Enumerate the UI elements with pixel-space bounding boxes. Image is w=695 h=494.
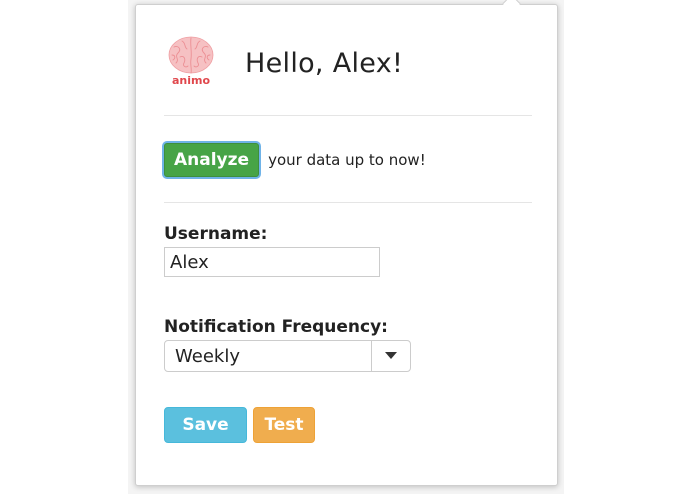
brain-icon bbox=[168, 36, 214, 74]
analyze-divider bbox=[164, 202, 532, 203]
test-button[interactable]: Test bbox=[253, 407, 315, 443]
extension-popup: animo Hello, Alex! Analyze your data up … bbox=[135, 4, 558, 486]
greeting-title: Hello, Alex! bbox=[245, 47, 404, 79]
popup-header: animo Hello, Alex! bbox=[164, 33, 403, 93]
animo-logo: animo bbox=[164, 33, 218, 93]
notification-frequency-value: Weekly bbox=[175, 345, 240, 367]
username-label: Username: bbox=[164, 224, 268, 244]
logo-wordmark: animo bbox=[171, 74, 211, 87]
analyze-button[interactable]: Analyze bbox=[164, 143, 260, 177]
analyze-description: your data up to now! bbox=[268, 151, 426, 169]
notification-frequency-select[interactable]: Weekly bbox=[164, 340, 411, 372]
analyze-row: Analyze your data up to now! bbox=[164, 143, 426, 177]
caret-down-icon[interactable] bbox=[371, 341, 410, 371]
save-button[interactable]: Save bbox=[164, 407, 247, 443]
notification-frequency-label: Notification Frequency: bbox=[164, 317, 388, 337]
header-divider bbox=[164, 115, 532, 116]
username-input[interactable] bbox=[164, 247, 380, 277]
